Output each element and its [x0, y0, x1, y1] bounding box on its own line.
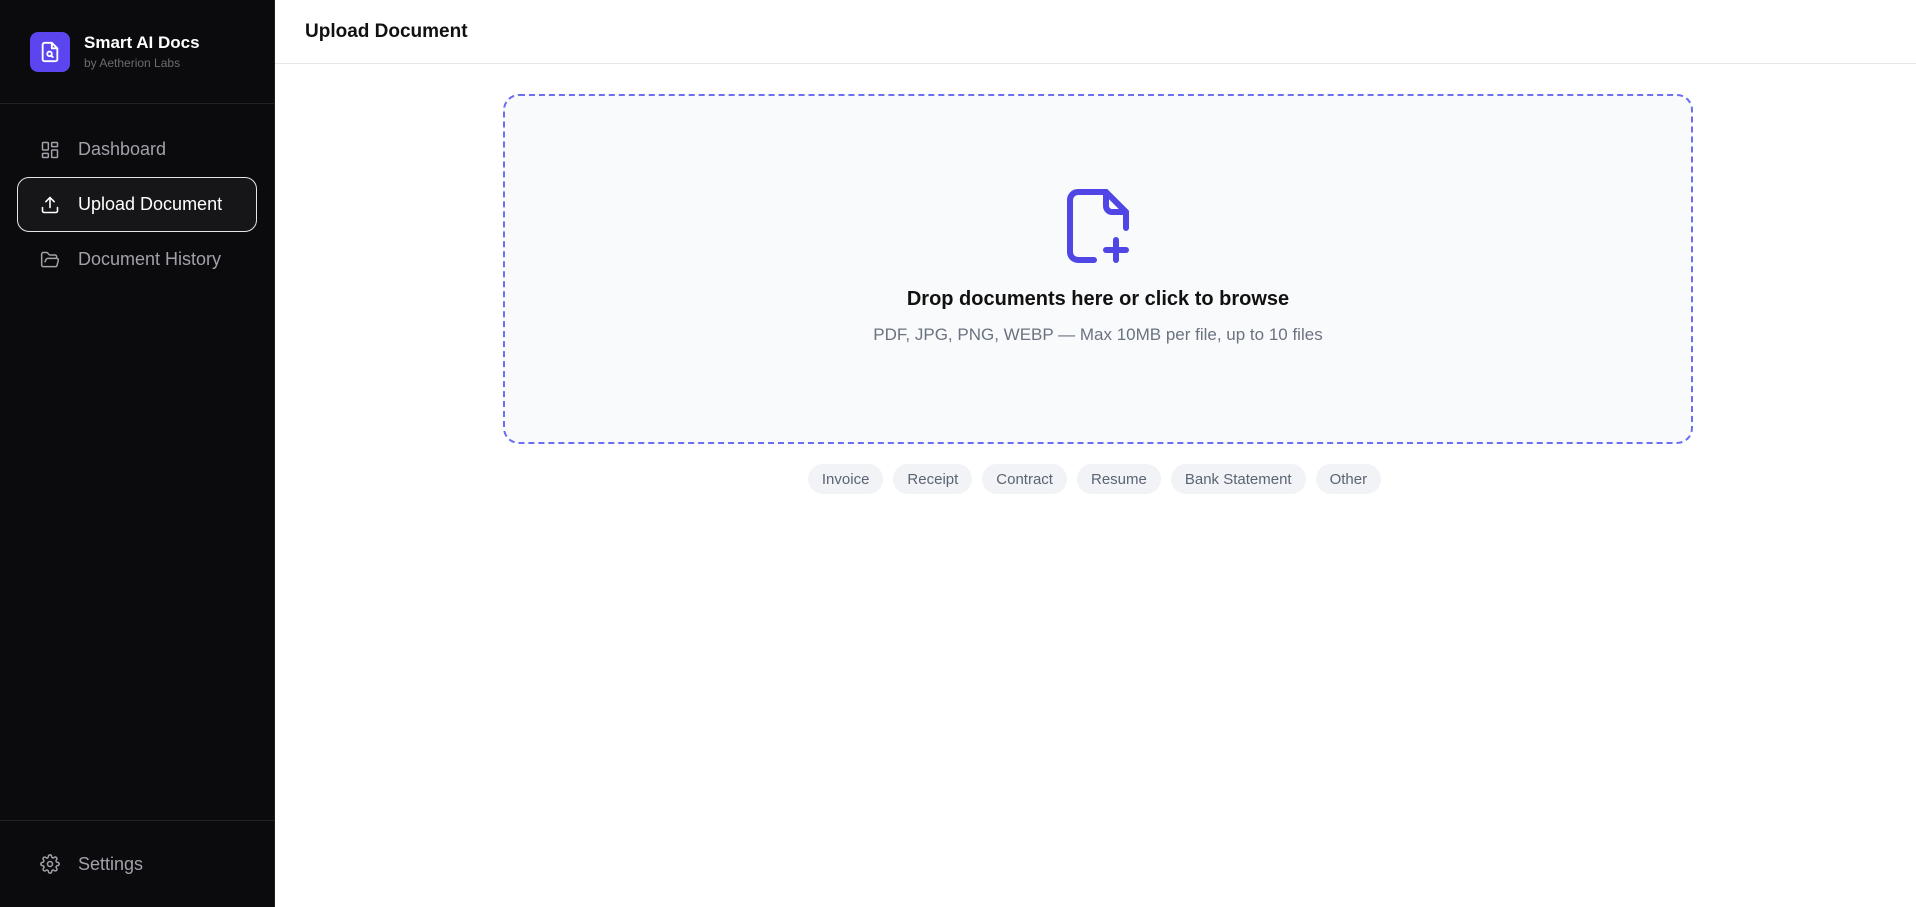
- main-panel: Upload Document Drop documents here or c…: [275, 0, 1916, 907]
- chip-resume[interactable]: Resume: [1076, 464, 1161, 494]
- brand-header: Smart AI Docs by Aetherion Labs: [0, 0, 274, 104]
- sidebar-item-label: Upload Document: [78, 194, 223, 214]
- chip-contract[interactable]: Contract: [982, 464, 1067, 494]
- topbar: Upload Document: [275, 0, 1916, 64]
- sidebar-item-upload-document[interactable]: Upload Document: [17, 177, 257, 232]
- dropzone-title: Drop documents here or click to browse: [906, 288, 1290, 310]
- page-title: Upload Document: [305, 20, 468, 42]
- chip-receipt[interactable]: Receipt: [893, 464, 973, 494]
- upload-content: Drop documents here or click to browse P…: [275, 64, 1916, 907]
- sidebar-footer: Settings: [0, 820, 274, 907]
- upload-icon: [40, 195, 60, 215]
- chip-invoice[interactable]: Invoice: [807, 464, 884, 494]
- brand-logo-icon: [30, 31, 70, 72]
- chip-bank-statement[interactable]: Bank Statement: [1170, 464, 1306, 494]
- sidebar-item-label: Document History: [78, 249, 222, 269]
- dashboard-grid-icon: [40, 140, 60, 160]
- sidebar-item-label: Dashboard: [78, 139, 167, 159]
- sidebar: Smart AI Docs by Aetherion Labs Dashboar…: [0, 0, 275, 907]
- gear-icon: [40, 854, 60, 874]
- sidebar-item-settings[interactable]: Settings: [17, 837, 257, 892]
- file-dropzone[interactable]: Drop documents here or click to browse P…: [503, 94, 1693, 444]
- sidebar-item-document-history[interactable]: Document History: [17, 232, 257, 287]
- sidebar-item-label: Settings: [78, 853, 144, 874]
- chip-other[interactable]: Other: [1315, 464, 1382, 494]
- sidebar-nav: Dashboard Upload Document Document Histo…: [0, 104, 274, 287]
- document-type-chips: Invoice Receipt Contract Resume Bank Sta…: [275, 464, 1916, 494]
- brand-name: Smart AI Docs: [84, 32, 200, 52]
- folder-open-icon: [40, 250, 60, 270]
- file-plus-icon: [1067, 189, 1129, 263]
- dropzone-hint: PDF, JPG, PNG, WEBP — Max 10MB per file,…: [873, 325, 1323, 344]
- app-root: Smart AI Docs by Aetherion Labs Dashboar…: [0, 0, 1916, 907]
- brand-subtitle: by Aetherion Labs: [84, 55, 181, 70]
- sidebar-item-dashboard[interactable]: Dashboard: [17, 122, 257, 177]
